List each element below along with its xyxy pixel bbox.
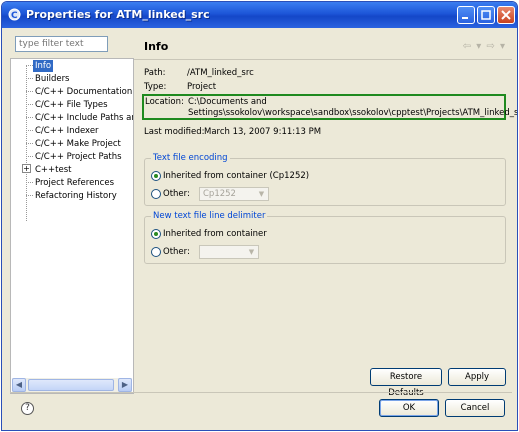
- encoding-group: Text file encoding Inherited from contai…: [144, 153, 506, 206]
- right-pane: Info ⇦ ▾ ⇨ ▾ Path: /ATM_linked_src Type:…: [134, 32, 517, 398]
- modified-value: March 13, 2007 9:11:13 PM: [204, 127, 322, 137]
- title-bar: C Properties for ATM_linked_src: [2, 2, 517, 28]
- footer-separator: [10, 392, 512, 393]
- app-icon: C: [8, 8, 21, 21]
- delimiter-inherited-radio[interactable]: [151, 229, 161, 239]
- filter-input[interactable]: [15, 36, 108, 52]
- tree-item-cpp-indexer[interactable]: C/C++ Indexer: [35, 125, 99, 137]
- left-pane: Info Builders C/C++ Documentation C/C++ …: [10, 32, 134, 394]
- apply-button[interactable]: Apply: [448, 368, 506, 386]
- tree-item-refactoring-history[interactable]: Refactoring History: [35, 190, 117, 202]
- tree-item-cpp-file-types[interactable]: C/C++ File Types: [35, 99, 108, 111]
- tree-item-cpptest[interactable]: C++test: [35, 164, 72, 176]
- delimiter-select[interactable]: ▼: [199, 245, 259, 259]
- location-value-line1: C:\Documents and: [188, 97, 267, 107]
- encoding-inherited-radio[interactable]: [151, 171, 161, 181]
- help-icon[interactable]: ?: [21, 402, 34, 415]
- back-arrow-icon[interactable]: ⇦ ▾: [463, 41, 483, 52]
- delimiter-group: New text file line delimiter Inherited f…: [144, 211, 506, 264]
- page-header: Info ⇦ ▾ ⇨ ▾: [134, 32, 512, 60]
- location-value-line2: Settings\ssokolov\workspace\sandbox\ssok…: [188, 108, 518, 118]
- page-title: Info: [144, 40, 169, 53]
- close-icon: [501, 10, 511, 20]
- path-label: Path:: [144, 68, 166, 78]
- tree-item-info[interactable]: Info: [33, 60, 54, 72]
- minimize-button[interactable]: [457, 6, 475, 24]
- delimiter-other-label: Other:: [163, 247, 190, 257]
- svg-text:C: C: [11, 11, 18, 21]
- tree-item-cpp-documentation[interactable]: C/C++ Documentation: [35, 86, 132, 98]
- scroll-left-button[interactable]: ◀: [12, 378, 26, 392]
- tree-item-project-references[interactable]: Project References: [35, 177, 114, 189]
- maximize-icon: [481, 10, 491, 20]
- maximize-button[interactable]: [477, 6, 495, 24]
- encoding-other-radio[interactable]: [151, 189, 161, 199]
- delimiter-inherited-label: Inherited from container: [163, 229, 267, 239]
- modified-label: Last modified:: [144, 127, 205, 137]
- horizontal-scrollbar[interactable]: ◀ ▶: [12, 378, 132, 392]
- chevron-down-icon: ▼: [258, 190, 265, 198]
- location-label: Location:: [145, 97, 184, 107]
- page-tree: Info Builders C/C++ Documentation C/C++ …: [10, 58, 134, 394]
- encoding-group-title: Text file encoding: [151, 153, 230, 163]
- encoding-other-label: Other:: [163, 189, 190, 199]
- type-label: Type:: [144, 82, 167, 92]
- tree-item-cpp-make-project[interactable]: C/C++ Make Project: [35, 138, 121, 150]
- encoding-select-value: Cp1252: [203, 189, 236, 199]
- window-title: Properties for ATM_linked_src: [26, 8, 210, 21]
- history-nav[interactable]: ⇦ ▾ ⇨ ▾: [463, 41, 506, 52]
- delimiter-group-title: New text file line delimiter: [151, 211, 268, 221]
- type-value: Project: [187, 82, 217, 92]
- scroll-thumb[interactable]: [28, 379, 114, 391]
- ok-button[interactable]: OK: [379, 399, 439, 417]
- properties-dialog: C Properties for ATM_linked_src Info: [1, 1, 518, 431]
- tree-item-cpp-project-paths[interactable]: C/C++ Project Paths: [35, 151, 122, 163]
- cancel-button[interactable]: Cancel: [445, 399, 505, 417]
- chevron-down-icon: ▼: [248, 248, 255, 256]
- encoding-select[interactable]: Cp1252 ▼: [199, 187, 269, 201]
- scroll-right-button[interactable]: ▶: [118, 378, 132, 392]
- delimiter-other-radio[interactable]: [151, 247, 161, 257]
- tree-item-builders[interactable]: Builders: [35, 73, 70, 85]
- encoding-inherited-label: Inherited from container (Cp1252): [163, 171, 310, 181]
- restore-defaults-button[interactable]: Restore Defaults: [370, 368, 442, 398]
- forward-arrow-icon[interactable]: ⇨ ▾: [486, 41, 506, 52]
- path-value: /ATM_linked_src: [187, 68, 254, 78]
- minimize-icon: [462, 17, 468, 19]
- close-button[interactable]: [497, 6, 515, 24]
- tree-item-cpp-include-paths[interactable]: C/C++ Include Paths and: [35, 112, 133, 124]
- expand-toggle[interactable]: +: [22, 164, 31, 173]
